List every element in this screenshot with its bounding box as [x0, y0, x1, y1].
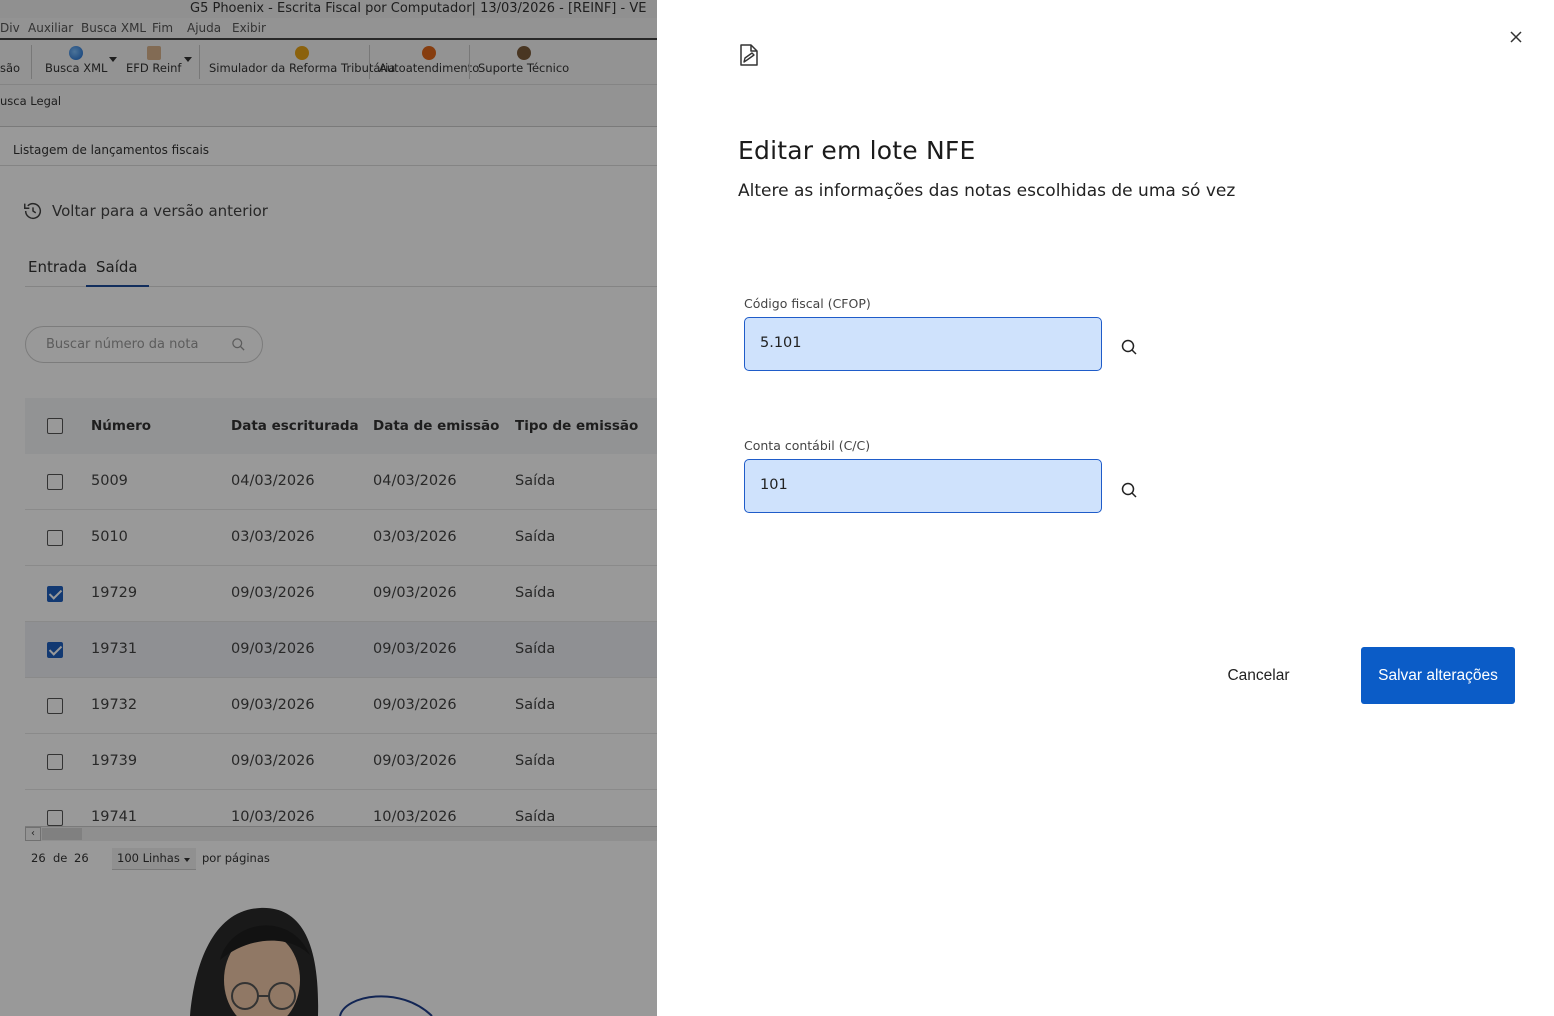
close-icon[interactable]: [1506, 27, 1526, 47]
edit-batch-panel: Editar em lote NFE Altere as informações…: [657, 0, 1554, 1016]
cfop-field[interactable]: [744, 317, 1102, 371]
conta-contabil-label: Conta contábil (C/C): [744, 438, 871, 453]
modal-backdrop[interactable]: [0, 0, 657, 1016]
conta-contabil-input[interactable]: [760, 460, 1080, 510]
conta-contabil-search-icon[interactable]: [1119, 480, 1139, 500]
cancel-button[interactable]: Cancelar: [1217, 658, 1300, 694]
conta-contabil-field[interactable]: [744, 459, 1102, 513]
file-edit-icon: [740, 44, 758, 66]
panel-title: Editar em lote NFE: [738, 136, 976, 165]
save-changes-button[interactable]: Salvar alterações: [1361, 647, 1515, 704]
cfop-input[interactable]: [760, 318, 1080, 368]
panel-subtitle: Altere as informações das notas escolhid…: [738, 181, 1236, 201]
cfop-label: Código fiscal (CFOP): [744, 296, 871, 311]
cfop-search-icon[interactable]: [1119, 337, 1139, 357]
